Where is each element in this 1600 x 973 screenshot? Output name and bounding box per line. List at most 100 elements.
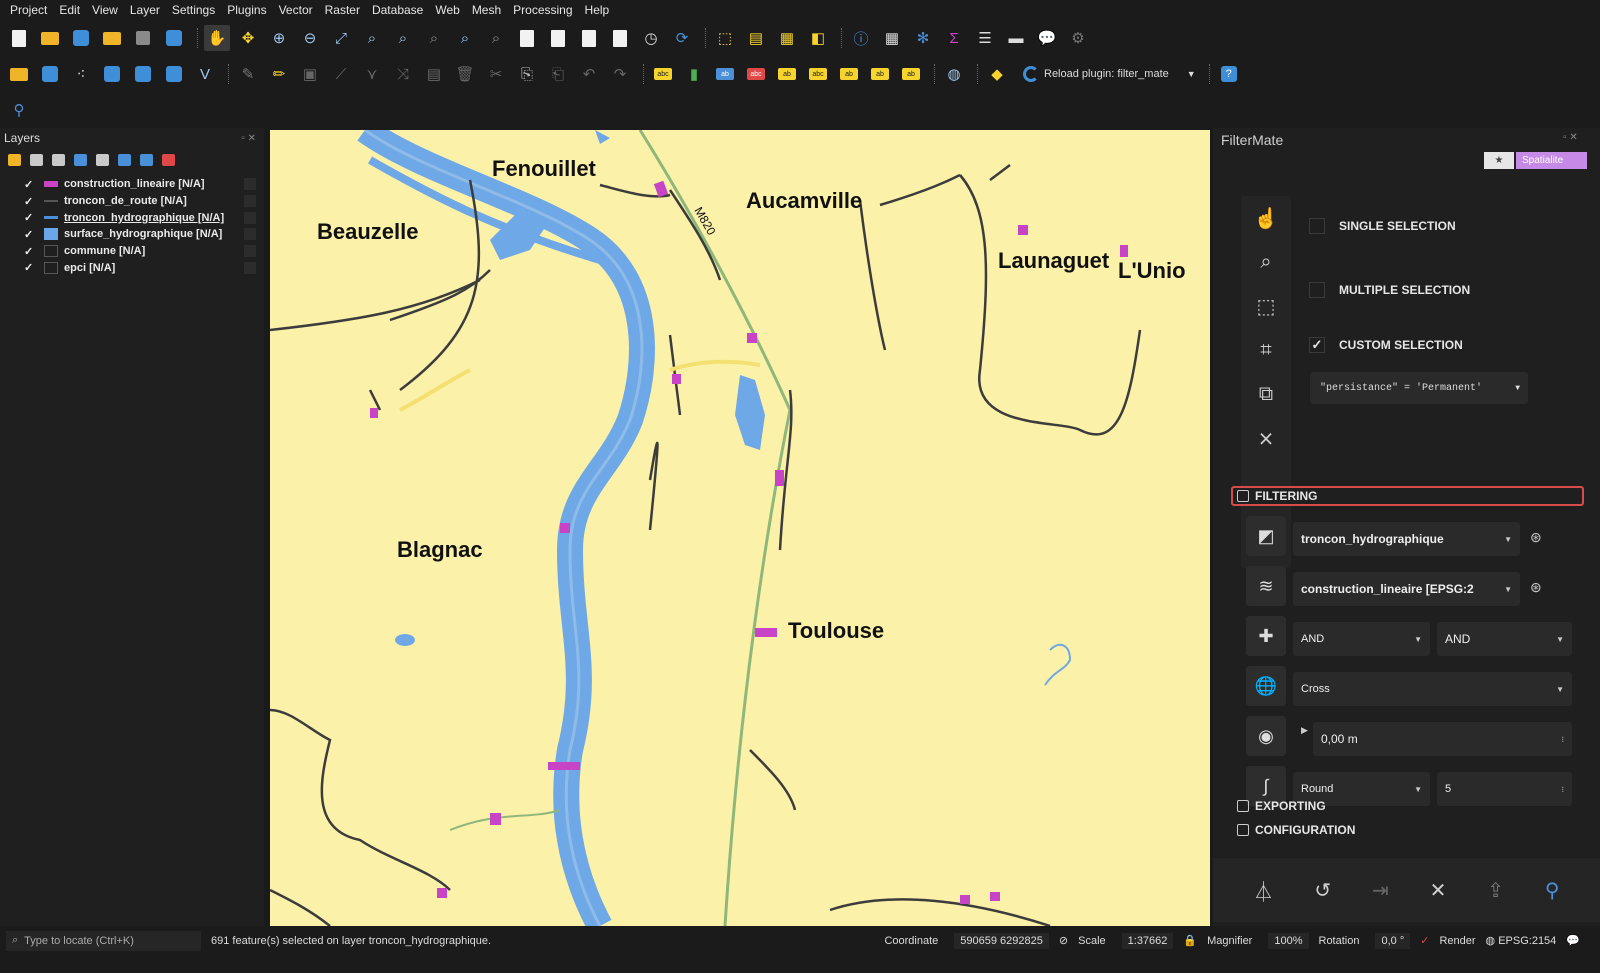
menu-help[interactable]: Help xyxy=(579,3,616,17)
magnifier-field[interactable]: 100% xyxy=(1268,932,1309,949)
python-console-button[interactable]: ◆ xyxy=(984,61,1010,87)
copy-button[interactable]: ⎘ xyxy=(514,61,540,87)
menu-database[interactable]: Database xyxy=(366,3,429,17)
layer-item[interactable]: ✓ epci [N/A] xyxy=(0,259,264,276)
export-button[interactable]: ⇪ xyxy=(1487,878,1504,903)
undo-filter-button[interactable]: ↺ xyxy=(1314,878,1331,903)
combine-icon[interactable]: ✚ xyxy=(1246,616,1286,656)
scale-field[interactable]: 1:37662 xyxy=(1121,932,1174,949)
zoom-tool-button[interactable]: ⌕ xyxy=(1241,240,1291,284)
apply-filter-button[interactable]: ⏃ xyxy=(1253,876,1273,905)
reset-filter-button[interactable]: ✕ xyxy=(1430,878,1447,903)
menu-processing[interactable]: Processing xyxy=(507,3,578,17)
menu-vector[interactable]: Vector xyxy=(273,3,319,17)
temporal-button[interactable]: ◷ xyxy=(638,25,664,51)
toggle-editing-button[interactable]: ✏ xyxy=(266,61,292,87)
predicate-icon[interactable]: 🌐 xyxy=(1246,666,1286,706)
add-wms-button[interactable] xyxy=(161,61,187,87)
filter-legend-icon[interactable] xyxy=(74,154,87,166)
map-canvas[interactable]: Fenouillet Aucamville Beauzelle Launague… xyxy=(270,130,1210,926)
deselect-button[interactable]: ▦ xyxy=(774,25,800,51)
configuration-section[interactable]: CONFIGURATION xyxy=(1233,820,1583,840)
menu-view[interactable]: View xyxy=(86,3,124,17)
zoom-selection-tool-button[interactable]: ⌗ xyxy=(1241,328,1291,372)
undo-button[interactable]: ↶ xyxy=(576,61,602,87)
zoom-selection-button[interactable]: ⌕ xyxy=(359,25,385,51)
redo-button[interactable]: ↷ xyxy=(607,61,633,87)
locator-input[interactable]: ⌕ Type to locate (Ctrl+K) xyxy=(6,930,201,951)
auto-target-icon[interactable]: ⊛ xyxy=(1530,579,1542,596)
zoom-full-button[interactable]: ⤢ xyxy=(328,25,354,51)
menu-settings[interactable]: Settings xyxy=(166,3,221,17)
coordinate-field[interactable]: 590659 6292825 xyxy=(954,932,1049,949)
paste-button[interactable]: ⎗ xyxy=(545,61,571,87)
predicate-combo[interactable]: Cross ▼ xyxy=(1293,672,1572,706)
print-layout-button[interactable] xyxy=(130,25,156,51)
crs-button[interactable]: ◍ EPSG:2154 xyxy=(1486,934,1557,947)
custom-selection-checkbox[interactable]: ✓ xyxy=(1309,337,1325,353)
menu-raster[interactable]: Raster xyxy=(319,3,366,17)
menu-edit[interactable]: Edit xyxy=(53,3,86,17)
rotation-field[interactable]: 0,0 ° xyxy=(1375,932,1411,949)
vertex-tool-button[interactable]: ⋎ xyxy=(359,61,385,87)
zoom-next-button[interactable]: ⌕ xyxy=(483,25,509,51)
multiple-selection-checkbox[interactable] xyxy=(1309,282,1325,298)
layer-item[interactable]: ✓ commune [N/A] xyxy=(0,243,264,260)
eye-icon[interactable] xyxy=(52,154,65,166)
save-as-button[interactable] xyxy=(99,25,125,51)
open-project-button[interactable] xyxy=(37,25,63,51)
layer-item[interactable]: ✓ surface_hydrographique [N/A] xyxy=(0,226,264,243)
messages-icon[interactable]: 💬 xyxy=(1566,934,1580,947)
style-manager-button[interactable] xyxy=(161,25,187,51)
lock-icon[interactable]: 🔒 xyxy=(1183,934,1197,947)
bookmark-button[interactable] xyxy=(576,25,602,51)
pan-map-button[interactable]: ✋ xyxy=(204,25,230,51)
diagram-button[interactable]: ▮ xyxy=(681,61,707,87)
add-group-icon[interactable] xyxy=(30,154,43,166)
label-rotate-button[interactable]: ab xyxy=(836,61,862,87)
menu-mesh[interactable]: Mesh xyxy=(466,3,507,17)
redo-filter-button[interactable]: ⇥ xyxy=(1372,878,1389,903)
add-vector-button[interactable]: ⁖ xyxy=(68,61,94,87)
edit-attributes-button[interactable]: ▤ xyxy=(421,61,447,87)
new-project-button[interactable] xyxy=(6,25,32,51)
actions-button[interactable]: ⚙ xyxy=(1065,25,1091,51)
buffer-distance-field[interactable]: 0,00 m ⁝ xyxy=(1313,722,1572,756)
filter-expression-icon[interactable] xyxy=(96,154,109,166)
layer-checkbox[interactable]: ✓ xyxy=(24,245,36,258)
zoom-native-button[interactable]: ⌕ xyxy=(421,25,447,51)
extent-toggle-icon[interactable]: ⊘ xyxy=(1059,934,1068,947)
filtering-section[interactable]: FILTERING xyxy=(1231,486,1584,506)
menu-layer[interactable]: Layer xyxy=(124,3,166,17)
refresh-button[interactable]: ⟳ xyxy=(669,25,695,51)
show-bookmarks-button[interactable] xyxy=(607,25,633,51)
layer-item[interactable]: ✓ troncon_hydrographique [N/A] xyxy=(0,209,264,226)
data-source-manager-button[interactable] xyxy=(6,61,32,87)
collapse-all-icon[interactable] xyxy=(140,154,153,166)
layer-checkbox[interactable]: ✓ xyxy=(24,228,36,241)
backend-badge[interactable]: Spatialite xyxy=(1516,152,1587,169)
reset-tool-button[interactable]: ⨯ xyxy=(1241,416,1291,460)
multiple-selection-row[interactable]: MULTIPLE SELECTION xyxy=(1309,282,1470,298)
layer-checkbox[interactable]: ✓ xyxy=(24,261,36,274)
single-selection-row[interactable]: SINGLE SELECTION xyxy=(1309,218,1456,234)
buffer-icon[interactable]: ◉ xyxy=(1246,716,1286,756)
layer-checkbox[interactable]: ✓ xyxy=(24,211,36,224)
add-raster-button[interactable] xyxy=(99,61,125,87)
attribute-table-button[interactable]: ▦ xyxy=(879,25,905,51)
about-button[interactable]: ⚲ xyxy=(1545,878,1560,903)
select-location-button[interactable]: ◧ xyxy=(805,25,831,51)
help-button[interactable]: ? xyxy=(1216,61,1242,87)
label-props-button[interactable]: ab xyxy=(898,61,924,87)
reload-plugin-button[interactable]: Reload plugin: filter_mate ▼ xyxy=(1023,66,1196,82)
identify-button[interactable]: ⓘ xyxy=(848,25,874,51)
current-edits-button[interactable]: ✎ xyxy=(235,61,261,87)
statistics-button[interactable]: Σ xyxy=(941,25,967,51)
menu-project[interactable]: Project xyxy=(4,3,53,17)
map-tips-button[interactable]: 💬 xyxy=(1034,25,1060,51)
zoom-in-button[interactable]: ⊕ xyxy=(266,25,292,51)
expand-all-icon[interactable] xyxy=(118,154,131,166)
measure-button[interactable]: ▬ xyxy=(1003,25,1029,51)
label-change-button[interactable]: ab xyxy=(867,61,893,87)
identify-tool-button[interactable]: ☝ xyxy=(1241,196,1291,240)
